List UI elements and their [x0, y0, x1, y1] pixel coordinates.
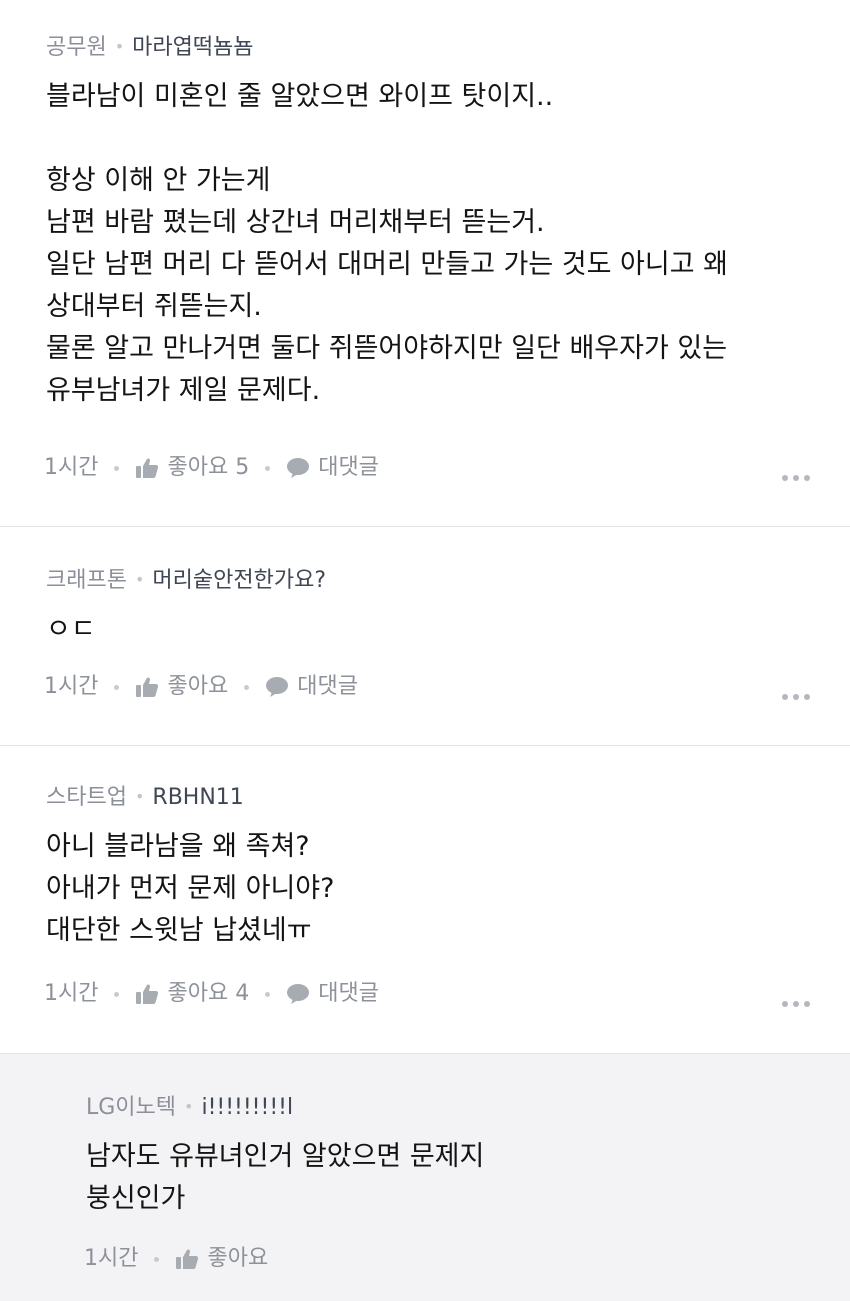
like-label: 좋아요 [207, 1246, 269, 1271]
comment-line [46, 118, 728, 160]
comment-item: 공무원 • 마라엽떡뇸뇸 블라남이 미혼인 줄 알았으면 와이프 탓이지.. 항상 … [0, 0, 850, 527]
comment-meta: 1시간 좋아요 대댓글 [44, 672, 358, 702]
comment-body: 남자도 유뷰녀인거 알았으면 문제지 붕신인가 [86, 1136, 484, 1220]
separator-dot: • [134, 570, 145, 589]
comment-line: 블라남이 미혼인 줄 알았으면 와이프 탓이지.. [46, 81, 554, 112]
comment-line: 아니 블라남을 왜 족쳐? [46, 831, 310, 862]
more-dots-icon [782, 1001, 788, 1007]
comment-item: 스타트업 • RBHN11 아니 블라남을 왜 족쳐? 아내가 먼저 문제 아니야?… [0, 746, 850, 1053]
speech-bubble-icon [265, 676, 289, 698]
more-options-button[interactable] [782, 694, 810, 700]
like-button[interactable]: 좋아요 [135, 672, 228, 702]
separator-dot [265, 991, 271, 997]
comment-item: 크래프톤 • 머리숱안전한가요? ㅇㄷ 1시간 좋아요 대댓글 [0, 527, 850, 746]
more-options-button[interactable] [782, 475, 810, 481]
comment-line: 남편 바람 폈는데 상간녀 머리채부터 뜯는거. [46, 207, 545, 238]
speech-bubble-icon [286, 457, 310, 479]
comment-header: 스타트업 • RBHN11 [46, 782, 244, 813]
comment-time: 1시간 [44, 455, 99, 480]
more-dot [804, 1001, 810, 1007]
comment-line: 유부남녀가 제일 문제다. [46, 375, 321, 406]
like-button[interactable]: 좋아요 [175, 1244, 268, 1274]
comment-line: 상대부터 쥐뜯는지. [46, 291, 262, 322]
reply-label: 대댓글 [318, 455, 379, 480]
company-name[interactable]: 스타트업 [46, 785, 127, 810]
comment-time: 1시간 [44, 674, 99, 699]
comment-header: 공무원 • 마라엽떡뇸뇸 [46, 32, 254, 63]
reply-comment-item: LG이노텍 • i!!!!!!!!!l 남자도 유뷰녀인거 알았으면 문제지 붕신인… [0, 1053, 850, 1301]
separator-dot: • [184, 1097, 194, 1116]
separator-dot [265, 465, 271, 471]
comment-time: 1시간 [44, 981, 99, 1006]
more-dot [793, 1001, 799, 1007]
like-label: 좋아요 [167, 674, 229, 699]
reply-button[interactable]: 대댓글 [286, 979, 379, 1009]
comment-header: 크래프톤 • 머리숱안전한가요? [46, 565, 326, 596]
more-options-button[interactable] [782, 1001, 810, 1007]
comment-line: ㅇㄷ [46, 614, 96, 645]
thumbs-up-icon [135, 676, 159, 698]
reply-button[interactable]: 대댓글 [265, 672, 358, 702]
company-name[interactable]: LG이노텍 [86, 1095, 176, 1120]
separator-dot: • [114, 37, 125, 56]
more-dot [804, 694, 810, 700]
comment-line: 아내가 먼저 문제 아니야? [46, 873, 335, 904]
separator-dot [244, 684, 250, 690]
comment-line: 일단 남편 머리 다 뜯어서 대머리 만들고 가는 것도 아니고 왜 [46, 249, 728, 280]
comment-line: 붕신인가 [86, 1183, 186, 1214]
reply-label: 대댓글 [297, 674, 358, 699]
comment-body: 아니 블라남을 왜 족쳐? 아내가 먼저 문제 아니야? 대단한 스윗남 납셨네… [46, 826, 334, 952]
thumbs-up-icon [135, 983, 159, 1005]
speech-bubble-icon [286, 983, 310, 1005]
more-dots-icon [782, 475, 788, 481]
thumbs-up-icon [175, 1248, 199, 1270]
comment-line: 대단한 스윗남 납셨네ㅠ [46, 915, 312, 946]
comment-time: 1시간 [84, 1246, 139, 1271]
more-dot [793, 694, 799, 700]
separator-dot [114, 991, 120, 997]
separator-dot [114, 684, 120, 690]
separator-dot [154, 1256, 160, 1262]
comment-meta: 1시간 좋아요 [84, 1244, 268, 1274]
nickname[interactable]: 머리숱안전한가요? [152, 568, 326, 593]
reply-label: 대댓글 [318, 981, 379, 1006]
comment-line: 물론 알고 만나거면 둘다 쥐뜯어야하지만 일단 배우자가 있는 [46, 333, 728, 364]
separator-dot [114, 465, 120, 471]
comment-line: 항상 이해 안 가는게 [46, 165, 271, 196]
nickname[interactable]: 마라엽떡뇸뇸 [132, 35, 253, 60]
more-dot [793, 475, 799, 481]
comment-body: ㅇㄷ [46, 609, 96, 651]
more-dot [804, 475, 810, 481]
reply-button[interactable]: 대댓글 [286, 453, 379, 483]
comment-meta: 1시간 좋아요 5 대댓글 [44, 453, 379, 483]
more-dots-icon [782, 694, 788, 700]
nickname[interactable]: i!!!!!!!!!l [201, 1095, 293, 1120]
company-name[interactable]: 공무원 [46, 35, 107, 60]
separator-dot: • [134, 787, 145, 806]
comment-header: LG이노텍 • i!!!!!!!!!l [86, 1092, 293, 1123]
nickname[interactable]: RBHN11 [152, 785, 243, 810]
thumbs-up-icon [135, 457, 159, 479]
comment-body: 블라남이 미혼인 줄 알았으면 와이프 탓이지.. 항상 이해 안 가는게 남편… [46, 76, 728, 412]
company-name[interactable]: 크래프톤 [46, 568, 127, 593]
like-label: 좋아요 4 [167, 981, 250, 1006]
comment-meta: 1시간 좋아요 4 대댓글 [44, 979, 379, 1009]
comment-line: 남자도 유뷰녀인거 알았으면 문제지 [86, 1141, 485, 1172]
like-button[interactable]: 좋아요 5 [135, 453, 249, 483]
like-button[interactable]: 좋아요 4 [135, 979, 249, 1009]
like-label: 좋아요 5 [167, 455, 250, 480]
